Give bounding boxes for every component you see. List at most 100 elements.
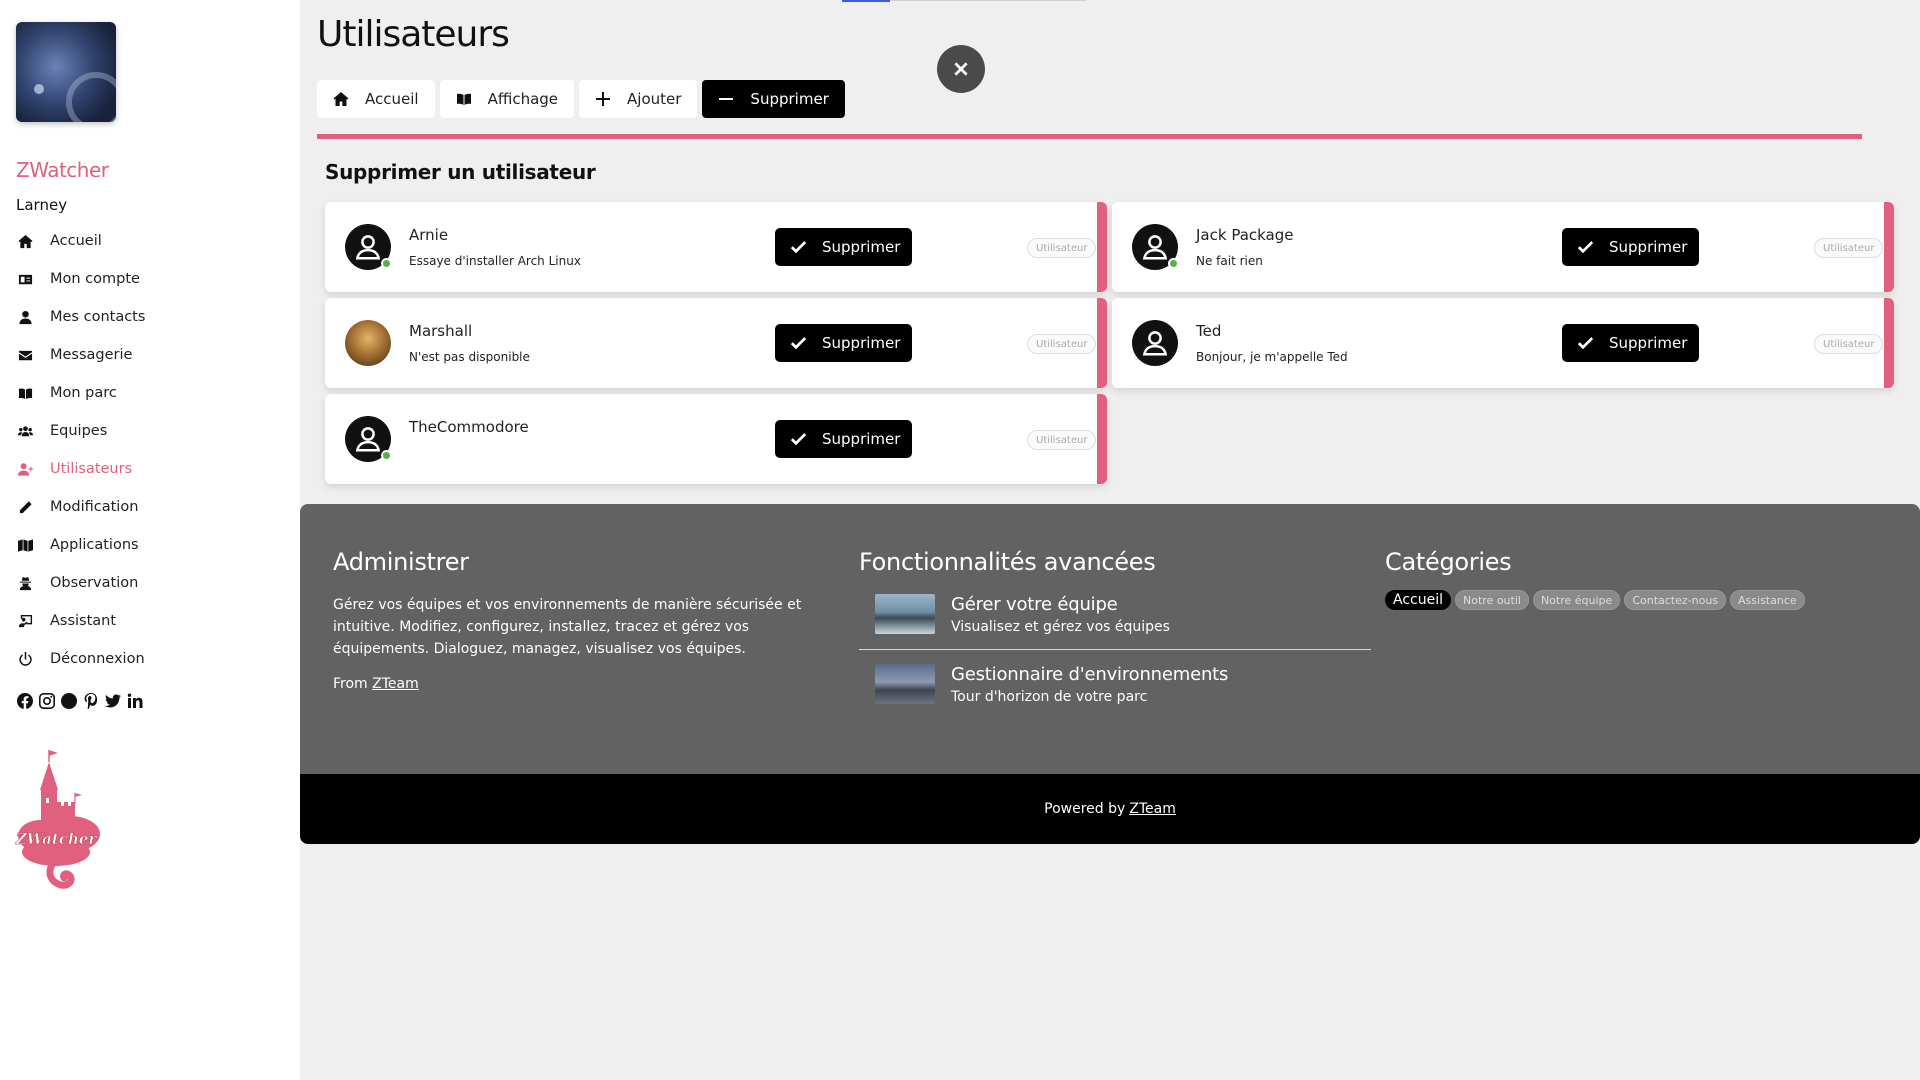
feature-desc: Visualisez et gérez vos équipes — [951, 619, 1170, 635]
home-icon — [16, 232, 34, 250]
feature-item[interactable]: Gestionnaire d'environnements Tour d'hor… — [859, 649, 1371, 719]
id-card-icon — [16, 270, 34, 288]
book-open-icon — [456, 93, 471, 105]
feature-item[interactable]: Gérer votre équipe Visualisez et gérez v… — [859, 576, 1371, 649]
pencil-icon — [16, 498, 34, 516]
avatar-figure — [34, 84, 44, 94]
sidebar-item-equipes[interactable]: Equipes — [16, 412, 145, 450]
power-icon — [16, 650, 34, 668]
tab-affichage[interactable]: Affichage — [439, 80, 575, 118]
sidebar-item-assistant[interactable]: Assistant — [16, 602, 145, 640]
category-chip[interactable]: Notre équipe — [1532, 590, 1621, 610]
user-card: Arnie Essaye d'installer Arch Linux Supp… — [325, 202, 1107, 292]
user-card: TheCommodore Supprimer Utilisateur — [325, 394, 1107, 484]
category-chip[interactable]: Contactez-nous — [1624, 590, 1727, 610]
check-icon — [790, 240, 807, 253]
delete-user-button[interactable]: Supprimer — [775, 228, 912, 266]
sidebar-item-mon-parc[interactable]: Mon parc — [16, 374, 145, 412]
book-open-icon — [16, 384, 34, 402]
minus-icon — [719, 98, 734, 100]
sidebar-item-deconnexion[interactable]: Déconnexion — [16, 640, 145, 678]
role-badge: Utilisateur — [1814, 334, 1884, 354]
header-divider — [317, 134, 1862, 139]
twitter-icon[interactable] — [104, 692, 122, 710]
sidebar-item-label: Applications — [50, 537, 139, 553]
footer-categories-title: Catégories — [1385, 548, 1512, 576]
section-title: Supprimer un utilisateur — [325, 160, 596, 184]
sidebar-item-messagerie[interactable]: Messagerie — [16, 336, 145, 374]
user-status: Ne fait rien — [1196, 254, 1263, 268]
sidebar-item-mes-contacts[interactable]: Mes contacts — [16, 298, 145, 336]
user-card: Ted Bonjour, je m'appelle Ted Supprimer … — [1112, 298, 1894, 388]
role-badge: Utilisateur — [1027, 430, 1097, 450]
category-chip[interactable]: Assistance — [1730, 590, 1805, 610]
footer-categories: Catégories Accueil Notre outil Notre équ… — [1385, 548, 1885, 610]
home-icon — [333, 92, 349, 106]
delete-user-button[interactable]: Supprimer — [1562, 324, 1699, 362]
category-chip[interactable]: Accueil — [1385, 590, 1451, 610]
top-scroll-indicator — [842, 0, 890, 2]
close-button[interactable] — [937, 45, 985, 93]
tab-accueil[interactable]: Accueil — [317, 80, 435, 118]
from-link[interactable]: ZTeam — [372, 676, 419, 692]
action-tabs: Accueil Affichage Ajouter Supprimer — [317, 80, 845, 118]
sidebar-item-observation[interactable]: Observation — [16, 564, 145, 602]
user-outline-icon — [1142, 331, 1168, 356]
role-badge: Utilisateur — [1027, 334, 1097, 354]
category-chips: Accueil Notre outil Notre équipe Contact… — [1385, 590, 1885, 610]
feature-thumbnail — [875, 664, 935, 704]
powered-link[interactable]: ZTeam — [1129, 801, 1176, 817]
page-title: Utilisateurs — [317, 14, 510, 55]
pinterest-icon[interactable] — [82, 692, 100, 710]
tab-ajouter[interactable]: Ajouter — [579, 80, 698, 118]
sidebar-nav: Accueil Mon compte Mes contacts Messager… — [16, 222, 145, 678]
delete-label: Supprimer — [822, 238, 901, 256]
powered-by-bar: Powered by ZTeam — [300, 774, 1920, 844]
facebook-icon[interactable] — [16, 692, 34, 710]
avatar-decoration — [66, 72, 116, 122]
delete-user-button[interactable]: Supprimer — [775, 324, 912, 362]
chalkboard-icon — [16, 612, 34, 630]
user-status: Bonjour, je m'appelle Ted — [1196, 350, 1348, 364]
user-outline-icon — [355, 427, 381, 452]
snapchat-icon[interactable] — [60, 692, 78, 710]
sidebar-item-utilisateurs[interactable]: Utilisateurs — [16, 450, 145, 488]
user-secret-icon — [16, 574, 34, 592]
sidebar-item-label: Equipes — [50, 423, 108, 439]
instagram-icon[interactable] — [38, 692, 56, 710]
footer-features-title: Fonctionnalités avancées — [859, 548, 1156, 576]
feature-desc: Tour d'horizon de votre parc — [951, 689, 1148, 705]
user-name: Ted — [1196, 322, 1222, 340]
sidebar-item-mon-compte[interactable]: Mon compte — [16, 260, 145, 298]
check-icon — [790, 432, 807, 445]
zwatcher-logo: ZWatcher — [14, 750, 100, 889]
delete-user-button[interactable]: Supprimer — [1562, 228, 1699, 266]
sidebar-item-label: Mes contacts — [50, 309, 146, 325]
linkedin-icon[interactable] — [126, 692, 144, 710]
user-outline-icon — [1142, 235, 1168, 260]
sidebar-item-modification[interactable]: Modification — [16, 488, 145, 526]
sidebar-item-accueil[interactable]: Accueil — [16, 222, 145, 260]
category-chip[interactable]: Notre outil — [1455, 590, 1529, 610]
profile-avatar[interactable] — [16, 22, 116, 122]
user-status: N'est pas disponible — [409, 350, 530, 364]
check-icon — [1577, 336, 1594, 349]
tab-supprimer[interactable]: Supprimer — [702, 80, 845, 118]
user-plus-icon — [16, 460, 34, 478]
user-photo-avatar — [345, 320, 391, 366]
sidebar-item-applications[interactable]: Applications — [16, 526, 145, 564]
powered-label: Powered by — [1044, 801, 1126, 817]
tab-label: Ajouter — [627, 90, 682, 108]
sidebar-item-label: Déconnexion — [50, 651, 145, 667]
delete-user-button[interactable]: Supprimer — [775, 420, 912, 458]
role-badge: Utilisateur — [1814, 238, 1884, 258]
tab-label: Accueil — [365, 90, 419, 108]
user-outline-icon — [355, 235, 381, 260]
check-icon — [790, 336, 807, 349]
footer-admin: Administrer Gérez vos équipes et vos env… — [333, 548, 843, 692]
sidebar-item-label: Assistant — [50, 613, 117, 629]
online-indicator — [381, 258, 392, 269]
feature-title: Gestionnaire d'environnements — [951, 664, 1229, 685]
sidebar-item-label: Messagerie — [50, 347, 133, 363]
from-label: From — [333, 676, 368, 692]
